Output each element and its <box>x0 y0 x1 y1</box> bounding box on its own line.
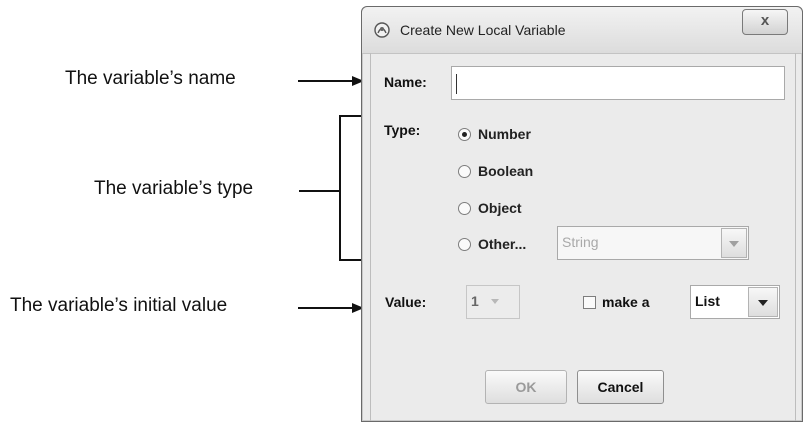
value-dropdown-icon <box>491 299 499 304</box>
annotation-type-connector <box>299 190 341 192</box>
other-type-select[interactable]: String <box>557 226 749 260</box>
ok-button[interactable]: OK <box>485 370 567 404</box>
close-button[interactable]: x <box>742 9 788 35</box>
name-input[interactable] <box>451 66 785 100</box>
value-input[interactable]: 1 <box>466 285 520 319</box>
text-caret <box>456 74 457 94</box>
close-icon: x <box>760 12 770 29</box>
other-type-value: String <box>562 234 599 250</box>
other-type-dropdown-button[interactable] <box>721 228 747 258</box>
annotation-name-arrow-line <box>298 80 354 82</box>
chevron-down-icon <box>758 300 768 306</box>
radio-number-indicator <box>458 128 471 141</box>
cancel-button[interactable]: Cancel <box>577 370 664 404</box>
list-select[interactable]: List <box>690 285 780 319</box>
radio-number-label: Number <box>478 126 531 142</box>
radio-other-label: Other... <box>478 236 527 252</box>
list-select-value: List <box>695 293 720 309</box>
title-bar: Create New Local Variable x <box>362 7 802 54</box>
app-icon <box>374 22 390 38</box>
list-dropdown-button[interactable] <box>748 287 778 317</box>
annotation-value-arrow-line <box>298 307 354 309</box>
type-bracket-vertical <box>339 115 341 261</box>
make-list-checkbox[interactable] <box>583 296 596 309</box>
annotation-initial-value: The variable’s initial value <box>10 295 228 316</box>
annotation-name: The variable’s name <box>65 68 236 89</box>
dialog-title: Create New Local Variable <box>400 22 566 38</box>
chevron-down-icon <box>729 241 739 247</box>
radio-boolean-indicator <box>458 165 471 178</box>
radio-object-indicator <box>458 202 471 215</box>
radio-object-label: Object <box>478 200 522 216</box>
name-label: Name: <box>384 74 427 90</box>
annotation-type: The variable’s type <box>94 178 254 199</box>
value-input-text: 1 <box>471 293 479 309</box>
make-list-label: make a <box>602 294 650 310</box>
radio-boolean-label: Boolean <box>478 163 534 179</box>
radio-other-indicator <box>458 238 471 251</box>
value-label: Value: <box>385 294 427 310</box>
type-label: Type: <box>384 122 421 138</box>
